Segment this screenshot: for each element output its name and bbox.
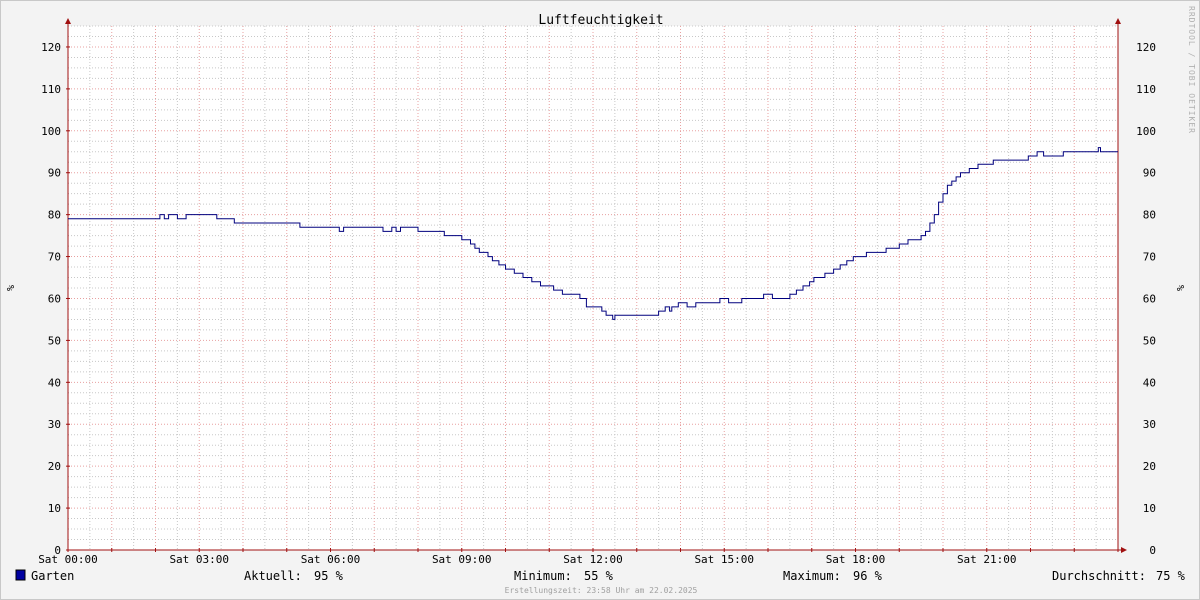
stat-current-label: Aktuell: (244, 569, 302, 583)
y-tick-label-right: 70 (1143, 251, 1156, 264)
y-tick-label-left: 80 (48, 209, 61, 222)
x-tick-label: Sat 03:00 (169, 553, 229, 566)
x-axis-arrow (1121, 547, 1127, 553)
y-tick-label-right: 110 (1136, 83, 1156, 96)
stat-max-value: 96 % (853, 569, 883, 583)
y-axis-label-right: % (1176, 285, 1187, 291)
y-tick-label-right: 90 (1143, 167, 1156, 180)
graph-frame: 0 0 10 10 20 20 30 30 40 40 50 50 60 60 70 70 80 80 90 90 10… (0, 0, 1200, 600)
legend-series-name: Garten (31, 569, 74, 583)
y-tick-label-left: 50 (48, 334, 61, 347)
y-tick-label-left: 100 (41, 125, 61, 138)
creation-time: Erstellungszeit: 23:58 Uhr am 22.02.2025 (505, 586, 698, 595)
y-tick-label-right: 30 (1143, 418, 1156, 431)
humidity-chart: 0 010 1020 2030 3040 4050 5060 6070 7080 8090 9010… (6, 6, 1196, 595)
stat-avg-value: 75 % (1156, 569, 1186, 583)
y-tick-label-right: 20 (1143, 460, 1156, 473)
y-tick-label-right: 10 (1143, 502, 1156, 515)
stat-min-label: Minimum: (514, 569, 572, 583)
x-tick-label: Sat 09:00 (432, 553, 492, 566)
y-tick-label-right: 80 (1143, 209, 1156, 222)
x-tick-label: Sat 12:00 (563, 553, 623, 566)
y-tick-label-left: 60 (48, 292, 61, 305)
y-tick-label-left: 120 (41, 41, 61, 54)
y-tick-label-left: 30 (48, 418, 61, 431)
y-tick-label-right: 60 (1143, 292, 1156, 305)
legend-swatch (15, 569, 26, 581)
y-tick-label-right: 120 (1136, 41, 1156, 54)
stat-min-value: 55 % (584, 569, 614, 583)
chart-title: Luftfeuchtigkeit (538, 13, 663, 28)
y-axis-label-left: % (6, 285, 17, 291)
y-tick-label-left: 20 (48, 460, 61, 473)
y-tick-label-left: 70 (48, 251, 61, 264)
y-tick-label-left: 90 (48, 167, 61, 180)
y-axis-arrow-right (1115, 18, 1121, 24)
y-tick-label-right: 50 (1143, 334, 1156, 347)
x-tick-label: Sat 21:00 (957, 553, 1017, 566)
y-tick-label-left: 40 (48, 376, 61, 389)
x-tick-label: Sat 15:00 (694, 553, 754, 566)
watermark: RRDTOOL / TOBI OETIKER (1187, 6, 1196, 134)
y-tick-label-left: 110 (41, 83, 61, 96)
y-tick-label-left: 10 (48, 502, 61, 515)
x-tick-label: Sat 06:00 (301, 553, 361, 566)
y-tick-label-right: 40 (1143, 376, 1156, 389)
stat-max-label: Maximum: (783, 569, 841, 583)
stat-current-value: 95 % (314, 569, 344, 583)
x-tick-label: Sat 18:00 (826, 553, 886, 566)
y-tick-label-right: 0 (1149, 544, 1156, 557)
y-tick-label-right: 100 (1136, 125, 1156, 138)
x-tick-labels: Sat 00:00 Sat 03:00 Sat 06:00 Sat 09:00 Sat … (38, 553, 1016, 566)
x-tick-label: Sat 00:00 (38, 553, 98, 566)
stat-avg-label: Durchschnitt: (1052, 569, 1146, 583)
y-axis-arrow-left (65, 18, 71, 24)
